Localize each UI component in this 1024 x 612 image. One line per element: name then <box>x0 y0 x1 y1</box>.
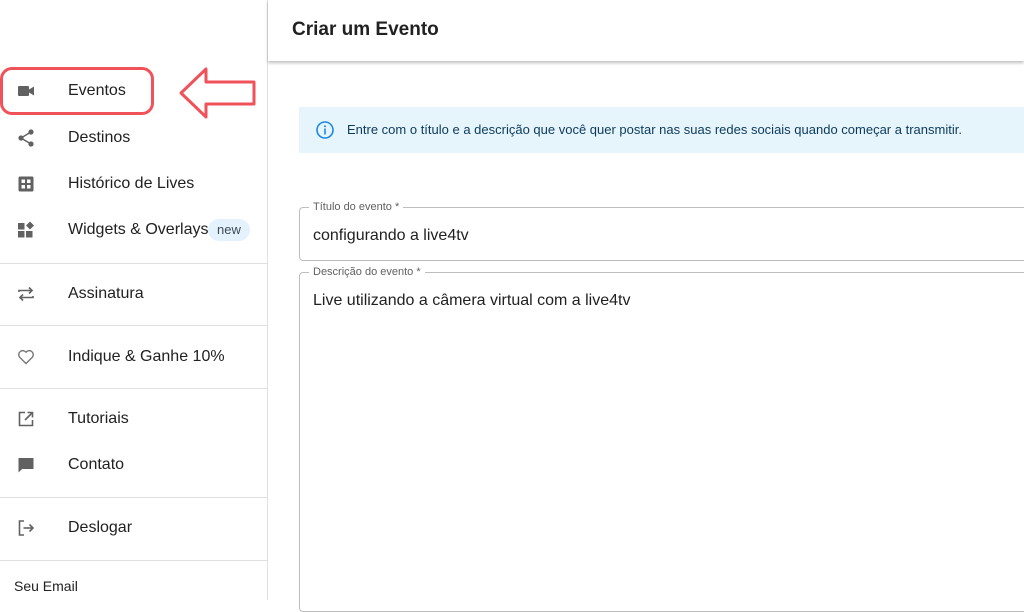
repeat-icon <box>16 284 36 304</box>
video-camera-icon <box>16 81 36 101</box>
sidebar-item-indique[interactable]: Indique & Ganhe 10% <box>0 335 267 379</box>
event-title-label: Título do evento * <box>309 201 404 214</box>
sidebar-item-label: Destinos <box>68 129 131 146</box>
event-title-field[interactable]: Título do evento * configurando a live4t… <box>299 201 1024 261</box>
user-email-label: Seu Email <box>14 578 78 594</box>
sidebar-item-label: Indique & Ganhe 10% <box>68 348 225 365</box>
sidebar-item-tutoriais[interactable]: Tutoriais <box>0 397 267 441</box>
widgets-icon <box>16 220 36 240</box>
info-banner: Entre com o título e a descrição que voc… <box>299 107 1024 153</box>
sidebar-item-label: Histórico de Lives <box>68 175 195 192</box>
sidebar-item-label: Widgets & Overlays <box>68 221 209 238</box>
chat-bubble-icon <box>16 455 36 475</box>
sidebar-item-label: Tutoriais <box>68 410 129 427</box>
new-badge: new <box>208 219 250 241</box>
event-description-field[interactable]: Descrição do evento * Live utilizando a … <box>299 266 1024 612</box>
event-title-input[interactable]: configurando a live4tv <box>313 227 469 245</box>
event-description-label: Descrição do evento * <box>309 266 425 279</box>
sidebar-item-label: Deslogar <box>68 519 133 536</box>
divider <box>0 263 267 264</box>
event-description-textarea[interactable]: Live utilizando a câmera virtual com a l… <box>313 292 630 310</box>
page-title: Criar um Evento <box>292 19 439 40</box>
sidebar-item-deslogar[interactable]: Deslogar <box>0 506 267 550</box>
divider <box>0 388 267 389</box>
share-icon <box>16 128 36 148</box>
divider <box>0 325 267 326</box>
logout-icon <box>16 518 36 538</box>
sidebar-item-destinos[interactable]: Destinos <box>0 116 267 160</box>
sidebar-item-contato[interactable]: Contato <box>0 443 267 487</box>
sidebar-item-label: Eventos <box>68 82 126 99</box>
sidebar-item-assinatura[interactable]: Assinatura <box>0 272 267 316</box>
sidebar-item-widgets[interactable]: Widgets & Overlays new <box>0 208 267 252</box>
sidebar-item-label: Contato <box>68 456 125 473</box>
divider <box>0 560 267 561</box>
divider <box>0 497 267 498</box>
heart-icon <box>16 347 36 367</box>
external-link-icon <box>16 409 36 429</box>
sidebar-item-label: Assinatura <box>68 285 144 302</box>
grid-history-icon <box>16 174 36 194</box>
annotation-arrow-icon <box>179 67 256 119</box>
info-icon <box>315 120 335 140</box>
info-banner-text: Entre com o título e a descrição que voc… <box>347 122 962 137</box>
top-app-bar: Criar um Evento <box>268 0 1024 61</box>
sidebar-item-historico[interactable]: Histórico de Lives <box>0 162 267 206</box>
